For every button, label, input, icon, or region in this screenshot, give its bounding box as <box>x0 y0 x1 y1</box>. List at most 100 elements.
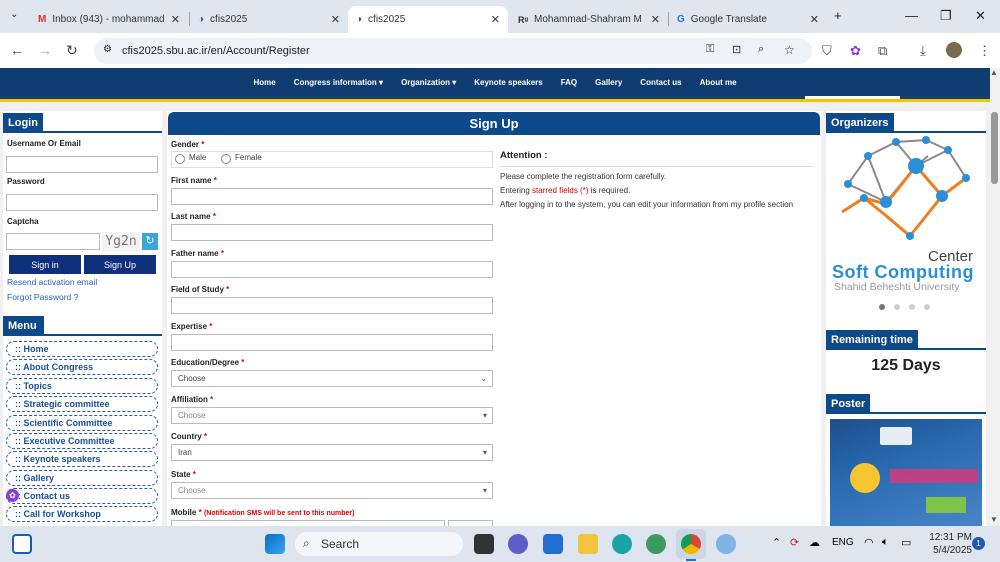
tab-search-icon[interactable]: ⌄ <box>10 9 18 20</box>
country-select[interactable]: Iran ▾ <box>171 444 493 461</box>
download-icon[interactable]: ⤓ <box>920 43 926 59</box>
extension-color-icon[interactable]: ✿ <box>850 43 861 59</box>
clock[interactable]: 12:31 PM 5/4/2025 <box>922 531 972 557</box>
expertise-input[interactable] <box>171 334 493 351</box>
resend-activation-link[interactable]: Resend activation email <box>7 277 97 287</box>
menu-item-home[interactable]: :: Home <box>6 341 158 357</box>
sign-in-button[interactable]: Sign in <box>9 255 81 274</box>
folder-app-icon[interactable] <box>578 534 598 554</box>
close-icon[interactable]: ✕ <box>651 13 660 26</box>
username-input[interactable] <box>6 156 158 173</box>
scroll-up-icon[interactable]: ▲ <box>990 68 998 77</box>
chrome-app-icon[interactable] <box>681 534 701 554</box>
carousel-dot[interactable] <box>909 304 915 310</box>
carousel-dot[interactable] <box>894 304 900 310</box>
chat-app-icon[interactable] <box>508 534 528 554</box>
scroll-down-icon[interactable]: ▼ <box>990 515 998 524</box>
gender-female-radio[interactable] <box>221 154 231 164</box>
browser-tab-gmail[interactable]: M Inbox (943) - mohammad ✕ <box>30 6 188 33</box>
close-icon[interactable]: ✕ <box>331 13 340 26</box>
site-info-icon[interactable]: ⚙ <box>103 44 112 55</box>
menu-item-about-congress[interactable]: :: About Congress <box>6 359 158 375</box>
menu-item-topics[interactable]: :: Topics <box>6 378 158 394</box>
nav-keynote-speakers[interactable]: Keynote speakers <box>474 78 542 87</box>
remaining-days: 125 Days <box>871 357 941 374</box>
bookmark-star-icon[interactable]: ☆ <box>784 43 795 57</box>
wifi-icon[interactable]: ◠ <box>864 536 874 549</box>
nav-organization[interactable]: Organization ▾ <box>401 78 456 87</box>
browser-tab-researchgate[interactable]: Rᵍ Mohammad-Shahram M ✕ <box>510 6 668 33</box>
reload-icon[interactable]: ↻ <box>66 42 78 59</box>
carousel-dot[interactable] <box>879 304 885 310</box>
scrollbar-thumb[interactable] <box>991 112 998 184</box>
menu-item-strategic-committee[interactable]: :: Strategic committee <box>6 396 158 412</box>
nav-congress-information[interactable]: Congress information ▾ <box>294 78 383 87</box>
search-icon: ⌕ <box>303 536 310 550</box>
gender-male-radio[interactable] <box>175 154 185 164</box>
restore-icon[interactable]: ❐ <box>940 8 952 24</box>
file-manager-app-icon[interactable] <box>474 534 494 554</box>
menu-item-keynote-speakers[interactable]: :: Keynote speakers <box>6 451 158 467</box>
store-app-icon[interactable] <box>543 534 563 554</box>
nav-contact-us[interactable]: Contact us <box>640 78 681 87</box>
back-icon[interactable]: ← <box>10 42 24 58</box>
profile-avatar[interactable] <box>946 42 962 58</box>
poster-image[interactable] <box>830 419 982 526</box>
browser-tab-cfis-1[interactable]: ◑ cfis2025 ✕ <box>190 6 348 33</box>
gender-male-label: Male <box>189 153 207 162</box>
menu-item-scientific-committee[interactable]: :: Scientific Committee <box>6 415 158 431</box>
menu-item-contact-us[interactable]: :: Contact us <box>6 488 158 504</box>
menu-item-executive-committee[interactable]: :: Executive Committee <box>6 433 158 449</box>
edge-app-icon[interactable] <box>612 534 632 554</box>
volume-icon[interactable]: 🔈︎ <box>882 536 889 549</box>
windows-start-icon[interactable] <box>265 534 285 554</box>
notification-badge[interactable]: 1 <box>972 537 985 550</box>
education-label: Education/Degree * <box>171 358 245 367</box>
network-app-icon[interactable] <box>646 534 666 554</box>
browser-tab-translate[interactable]: G Google Translate ✕ <box>669 6 827 33</box>
puzzle-icon[interactable]: ⧉ <box>878 43 887 59</box>
password-key-icon[interactable]: ⚿ <box>706 43 714 56</box>
cloud-icon[interactable]: ☁ <box>809 536 820 549</box>
carousel-dot[interactable] <box>924 304 930 310</box>
education-select[interactable]: Choose ⌄ <box>171 370 493 387</box>
state-select[interactable]: Choose ▾ <box>171 482 493 499</box>
task-view-icon[interactable] <box>12 534 32 554</box>
close-icon[interactable]: ✕ <box>171 13 180 26</box>
floating-extension-icon[interactable]: ✿ <box>6 489 19 502</box>
browser-tab-cfis-active[interactable]: ◑ cfis2025 ✕ <box>348 6 508 33</box>
nav-home[interactable]: Home <box>253 78 275 87</box>
menu-item-call-for-workshop[interactable]: :: Call for Workshop <box>6 506 158 522</box>
close-icon[interactable]: ✕ <box>810 13 819 26</box>
forgot-password-link[interactable]: Forgot Password ? <box>7 292 78 302</box>
captcha-input[interactable] <box>6 233 100 250</box>
nav-about-me[interactable]: About me <box>700 78 737 87</box>
install-app-icon[interactable]: ⊡ <box>732 43 741 56</box>
forward-icon[interactable]: → <box>38 42 52 58</box>
more-menu-icon[interactable]: ⋮ <box>978 43 991 59</box>
father-name-input[interactable] <box>171 261 493 278</box>
zoom-icon[interactable]: ⌕ <box>758 43 764 56</box>
nav-faq[interactable]: FAQ <box>561 78 577 87</box>
window-close-icon[interactable]: ✕ <box>975 8 986 24</box>
shield-extension-icon[interactable]: ⛉ <box>822 43 832 59</box>
affiliation-select[interactable]: Choose ▾ <box>171 407 493 424</box>
captcha-refresh-icon[interactable]: ↻ <box>142 233 158 250</box>
close-icon[interactable]: ✕ <box>491 13 500 26</box>
field-of-study-input[interactable] <box>171 297 493 314</box>
battery-icon[interactable]: ▭ <box>901 536 911 549</box>
password-input[interactable] <box>6 194 158 211</box>
language-indicator[interactable]: ENG <box>832 537 854 548</box>
tray-app-icon[interactable]: ⟳ <box>790 536 799 549</box>
taskbar-search[interactable]: ⌕ Search <box>295 532 463 556</box>
menu-item-gallery[interactable]: :: Gallery <box>6 470 158 486</box>
minimize-icon[interactable]: — <box>905 8 918 23</box>
app-icon-other[interactable] <box>716 534 736 554</box>
chevron-up-icon[interactable]: ⌃ <box>772 536 781 549</box>
new-tab-icon[interactable]: + <box>834 8 842 23</box>
first-name-input[interactable] <box>171 188 493 205</box>
sign-up-button[interactable]: Sign Up <box>84 255 156 274</box>
nav-gallery[interactable]: Gallery <box>595 78 622 87</box>
url-field[interactable]: ⚙ cfis2025.sbu.ac.ir/en/Account/Register… <box>94 38 812 64</box>
last-name-input[interactable] <box>171 224 493 241</box>
